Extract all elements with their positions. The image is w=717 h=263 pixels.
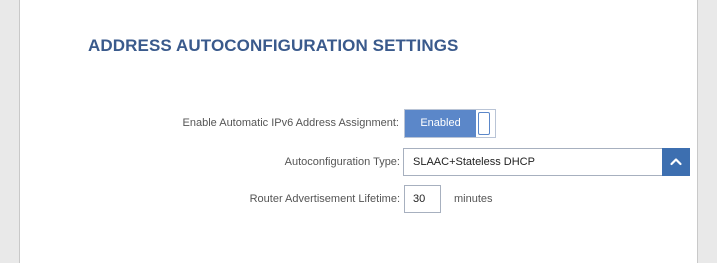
select-toggle-button[interactable] [662, 148, 690, 176]
autoconfig-type-row: Autoconfiguration Type: SLAAC+Stateless … [20, 148, 697, 176]
toggle-state-label: Enabled [405, 110, 476, 137]
autoconfig-type-value: SLAAC+Stateless DHCP [413, 156, 535, 168]
toggle-knob[interactable] [478, 112, 490, 135]
autoconfig-type-label: Autoconfiguration Type: [284, 156, 400, 168]
ra-lifetime-label: Router Advertisement Lifetime: [249, 193, 400, 205]
chevron-up-icon [670, 158, 682, 166]
auto-ipv6-row: Enable Automatic IPv6 Address Assignment… [20, 109, 697, 138]
ra-lifetime-row: Router Advertisement Lifetime: minutes [20, 185, 697, 213]
section-title: ADDRESS AUTOCONFIGURATION SETTINGS [88, 36, 459, 55]
settings-panel: ADDRESS AUTOCONFIGURATION SETTINGS Enabl… [19, 0, 698, 263]
autoconfig-type-select[interactable]: SLAAC+Stateless DHCP [403, 148, 690, 176]
auto-ipv6-label: Enable Automatic IPv6 Address Assignment… [182, 117, 399, 129]
ra-lifetime-unit: minutes [454, 193, 493, 205]
auto-ipv6-toggle[interactable]: Enabled [404, 109, 496, 138]
ra-lifetime-input[interactable] [404, 185, 441, 213]
